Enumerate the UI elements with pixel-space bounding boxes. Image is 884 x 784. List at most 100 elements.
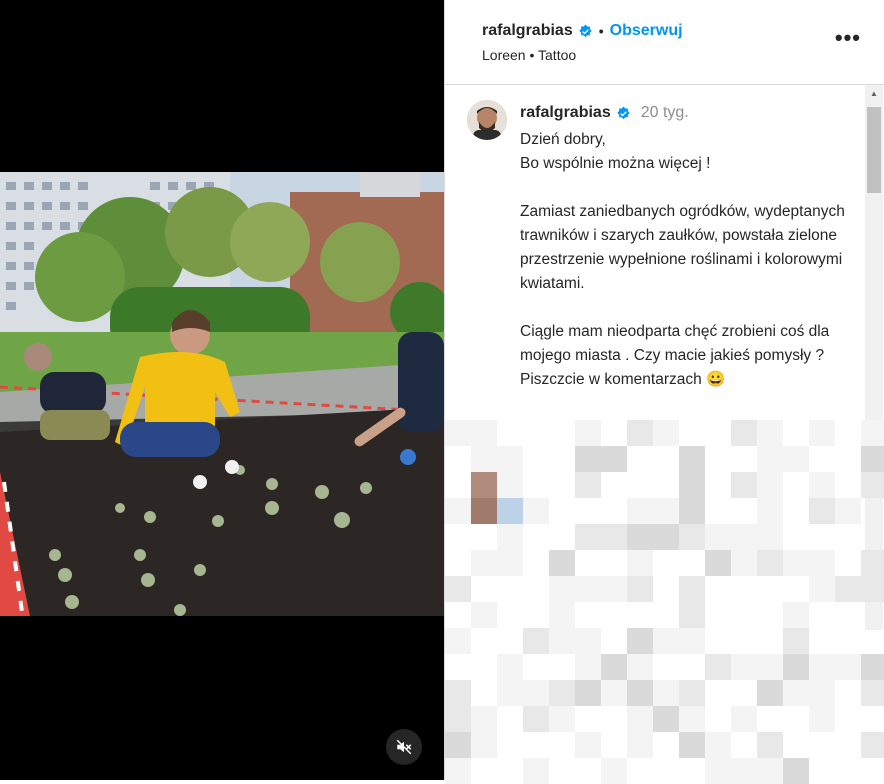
pixel-block [653,706,679,732]
pixel-block [601,446,627,472]
pixel-block [809,420,835,446]
pixel-block [575,628,601,654]
pixel-block [497,472,523,498]
pixel-block [679,628,705,654]
post-photo[interactable] [0,172,444,616]
pixel-block [731,706,757,732]
pixel-block [679,732,705,758]
pixel-block [575,446,601,472]
pixel-block [679,498,705,524]
pixel-block [445,628,471,654]
follow-button[interactable]: Obserwuj [610,22,683,40]
pixel-block [471,550,497,576]
garden-photo [0,172,444,616]
volume-off-icon [396,739,412,755]
pixel-block [705,732,731,758]
pixel-block [809,550,835,576]
scrollbar-thumb[interactable] [867,107,881,193]
pixel-block [835,498,861,524]
pixel-block [627,654,653,680]
pixel-block [523,628,549,654]
pixel-block [757,758,783,784]
header-user: rafalgrabias • Obserwuj [482,22,683,40]
header-username[interactable]: rafalgrabias [482,22,573,40]
pixel-block [627,628,653,654]
pixel-block [861,446,884,472]
pixel-block [471,498,497,524]
separator-dot: • [598,23,604,39]
pixel-block [471,706,497,732]
pixel-block [679,446,705,472]
pixel-block [471,732,497,758]
more-horizontal-icon: ••• [834,25,861,50]
pixel-block [627,680,653,706]
comment-timestamp[interactable]: 20 tyg. [641,104,689,122]
pixel-block [601,654,627,680]
pixel-block [809,680,835,706]
post-header: rafalgrabias • Obserwuj Loreen • Tattoo … [445,0,884,85]
pixel-block [471,472,497,498]
pixel-block [809,706,835,732]
pixel-block [497,498,523,524]
pixel-block [627,550,653,576]
pixel-block [497,446,523,472]
media-viewer [0,0,444,780]
pixel-block [783,758,809,784]
pixel-block [757,446,783,472]
scroll-up-arrow-icon[interactable]: ▲ [865,85,883,101]
verified-badge-icon [616,106,630,119]
verified-badge-icon [578,24,592,37]
pixel-block [627,732,653,758]
pixel-block [679,706,705,732]
pixel-block [627,524,653,550]
more-options-button[interactable]: ••• [835,27,861,49]
mute-button[interactable] [386,729,422,765]
post-caption: Dzień dobry, Bo wspólnie można więcej ! … [520,131,845,388]
pixel-block [731,654,757,680]
avatar[interactable] [467,100,507,140]
pixelated-comments-area [445,420,884,784]
header-subtitle[interactable]: Loreen • Tattoo [482,47,576,63]
pixel-block [445,498,471,524]
pixel-block [445,758,471,784]
comment-header: rafalgrabias 20 tyg. [520,104,689,122]
pixel-block [679,524,705,550]
pixel-block [627,706,653,732]
pixel-block [731,524,757,550]
pixel-block [861,576,884,602]
pixel-block [679,602,705,628]
pixel-block [471,446,497,472]
pixel-block [575,576,601,602]
pixel-block [731,550,757,576]
pixel-block [679,680,705,706]
pixel-block [861,472,884,498]
pixel-block [861,680,884,706]
pixel-block [861,550,884,576]
pixel-block [601,576,627,602]
pixel-block [757,654,783,680]
pixel-block [549,550,575,576]
pixel-block [549,576,575,602]
pixel-block [861,732,884,758]
pixel-block [627,498,653,524]
pixel-block [731,472,757,498]
pixel-block [497,524,523,550]
pixel-block [523,498,549,524]
comment-username[interactable]: rafalgrabias [520,104,611,122]
pixel-block [575,524,601,550]
pixel-block [601,680,627,706]
pixel-block [653,420,679,446]
pixel-block [471,602,497,628]
pixel-block [783,628,809,654]
pixel-block [445,576,471,602]
pixel-block [575,680,601,706]
pixel-block [705,758,731,784]
pixel-block [575,732,601,758]
pixel-block [549,706,575,732]
pixel-block [523,706,549,732]
pixel-block [783,550,809,576]
pixel-block [627,576,653,602]
pixel-block [757,680,783,706]
pixel-block [757,472,783,498]
pixel-block [575,654,601,680]
